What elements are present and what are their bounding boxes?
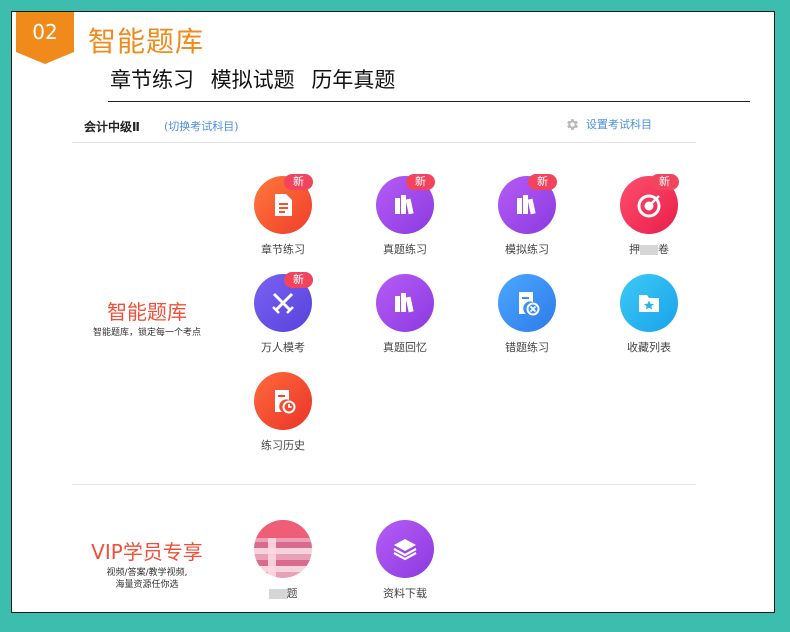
wrong-answer-icon: [519, 292, 540, 316]
tile-label: 真题回忆: [383, 341, 427, 354]
bank-section-label: 智能题库 智能题库，锁定每一个考点: [84, 296, 210, 339]
tile-label: 题: [233, 585, 333, 601]
gear-icon: [567, 118, 578, 130]
books-icon: [395, 195, 414, 215]
tile-chapter-practice[interactable]: 新 章节练习: [233, 174, 333, 257]
new-badge: 新: [284, 272, 313, 288]
tile-label: 章节练习: [261, 243, 305, 256]
page-subtitle: 章节练习 模拟试题 历年真题: [110, 68, 396, 92]
new-badge: 新: [406, 174, 435, 190]
section-divider: [72, 484, 696, 485]
crossed-swords-icon: [272, 292, 294, 314]
new-badge: 新: [284, 174, 313, 190]
current-subject: 会计中级Ⅱ: [84, 120, 140, 134]
subject-bar: 会计中级Ⅱ (切换考试科目) 设置考试科目: [72, 108, 696, 143]
section-number-badge: 02: [16, 12, 74, 64]
tile-real-exam-practice[interactable]: 新 真题练习: [355, 174, 455, 257]
tile-label: 收藏列表: [627, 341, 671, 354]
target-icon: [637, 194, 661, 218]
tile-label: 押卷: [629, 243, 669, 256]
vip-section-label: VIP学员专享 视频/答案/教学视频, 海量资源任你选: [72, 536, 222, 591]
tile-mock-practice[interactable]: 新 模拟练习: [477, 174, 577, 257]
new-badge: 新: [650, 174, 679, 190]
history-icon: [275, 390, 296, 414]
vip-section-title: VIP学员专享: [91, 540, 203, 564]
new-badge: 新: [528, 174, 557, 190]
tile-label: 模拟练习: [505, 243, 549, 256]
bank-section-title: 智能题库: [107, 300, 187, 324]
tile-mass-mock-exam[interactable]: 新 万人模考: [233, 272, 333, 355]
layers-icon: [393, 539, 417, 561]
tile-label: 练习历史: [261, 439, 305, 452]
tile-practice-history[interactable]: 练习历史: [233, 372, 333, 453]
tile-vip-blurred[interactable]: 题: [233, 520, 333, 601]
tile-resource-download[interactable]: 资料下载: [355, 520, 455, 601]
page-title: 智能题库: [88, 25, 205, 58]
vip-section-desc: 视频/答案/教学视频, 海量资源任你选: [106, 568, 188, 590]
set-subject-label: 设置考试科目: [586, 118, 652, 131]
tile-label: 资料下载: [383, 587, 427, 600]
tile-real-exam-recall[interactable]: 真题回忆: [355, 274, 455, 355]
document-icon: [275, 194, 292, 216]
content-card: 02 智能题库 章节练习 模拟试题 历年真题 会计中级Ⅱ (切换考试科目) 设置…: [11, 11, 775, 613]
tile-predicted-paper[interactable]: 新 押卷: [599, 174, 699, 257]
set-subject-button[interactable]: 设置考试科目: [565, 116, 652, 132]
tile-wrong-answer-practice[interactable]: 错题练习: [477, 274, 577, 355]
tile-label: 错题练习: [505, 341, 549, 354]
tile-label: 万人模考: [261, 341, 305, 354]
tile-label: 真题练习: [383, 243, 427, 256]
bank-section-desc: 智能题库，锁定每一个考点: [92, 328, 201, 338]
books-icon: [395, 293, 414, 313]
star-folder-icon: [639, 295, 659, 312]
tile-favorites[interactable]: 收藏列表: [599, 274, 699, 355]
switch-subject-link[interactable]: (切换考试科目): [164, 118, 239, 134]
books-icon: [517, 195, 536, 215]
blurred-image: [254, 520, 312, 578]
header-divider: [108, 101, 750, 102]
